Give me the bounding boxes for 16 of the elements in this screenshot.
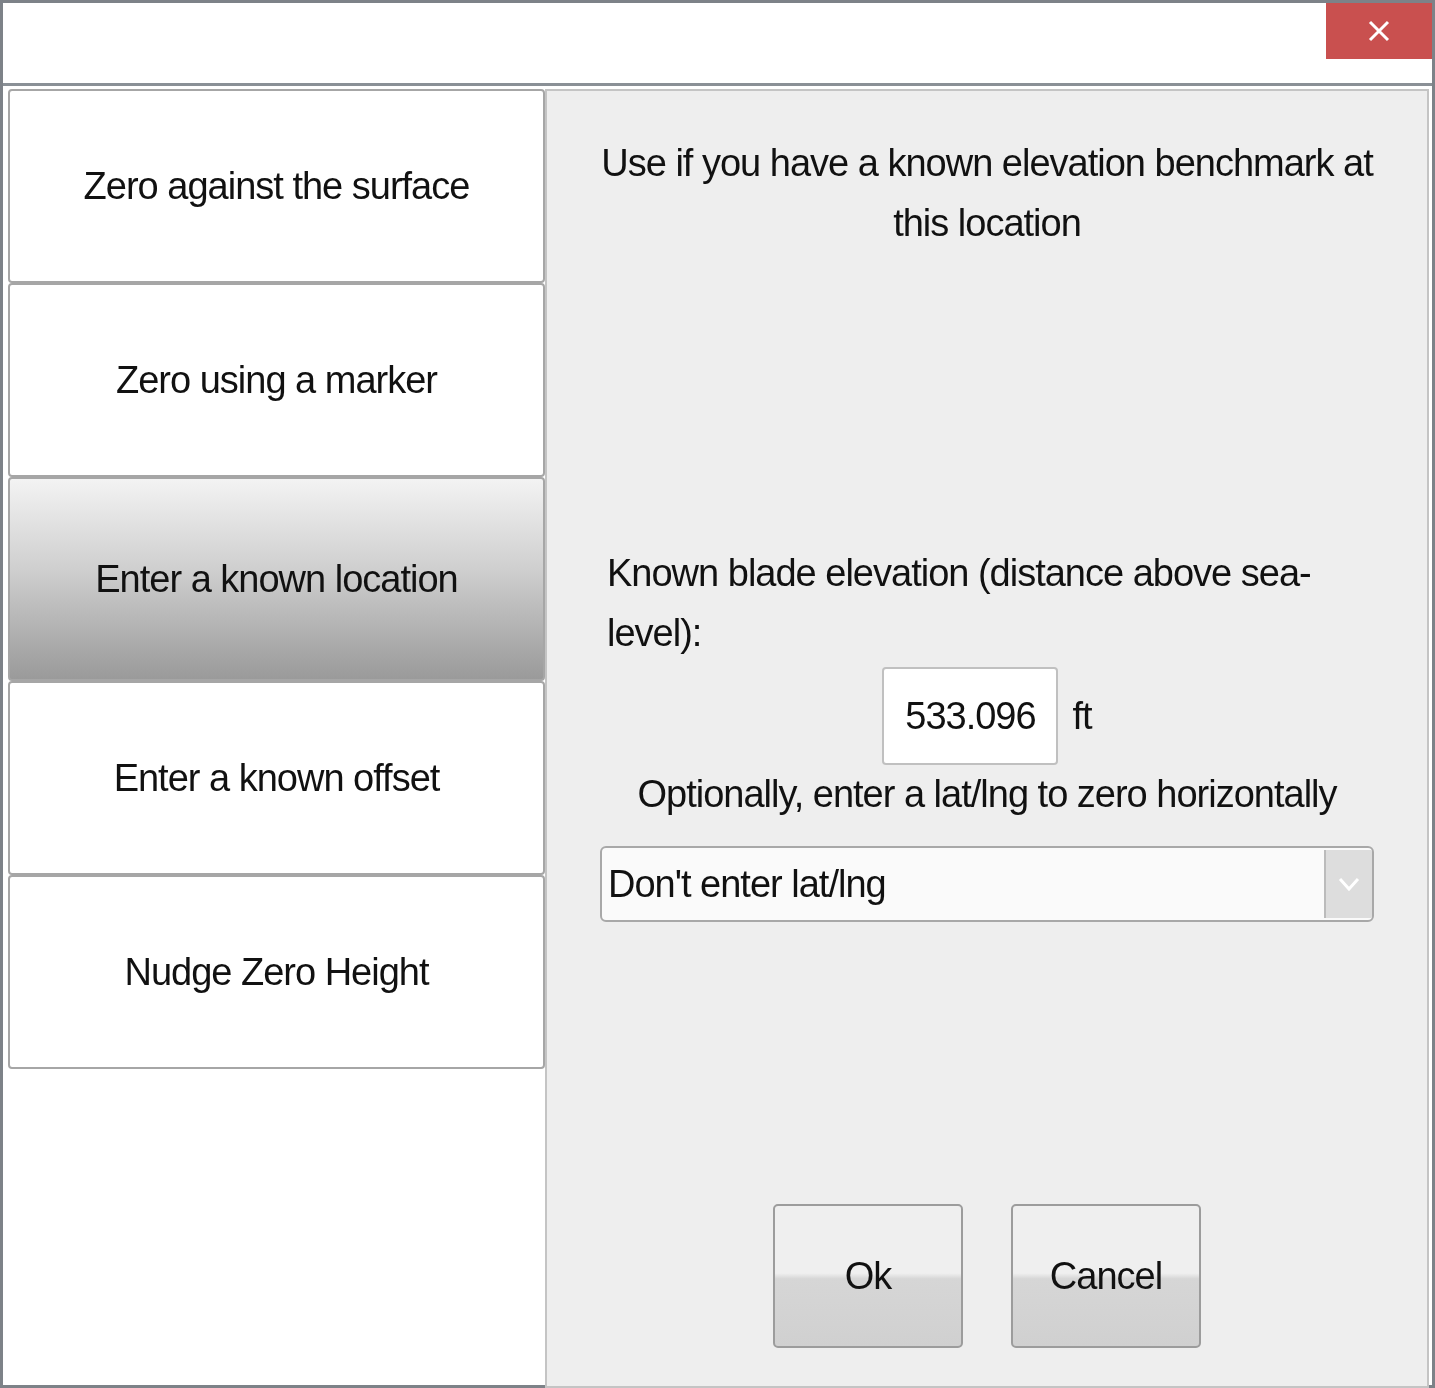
option-button[interactable]: Enter a known location [8, 477, 545, 681]
option-button[interactable]: Nudge Zero Height [8, 875, 545, 1069]
latlng-label: Optionally, enter a lat/lng to zero horizontally [637, 773, 1337, 816]
ok-button[interactable]: Ok [773, 1204, 963, 1348]
elevation-input[interactable]: 533.096 [882, 667, 1059, 765]
unit-label: ft [1072, 694, 1092, 738]
close-button[interactable] [1326, 3, 1432, 59]
close-icon [1368, 20, 1390, 42]
latlng-dropdown[interactable]: Don't enter lat/lng [600, 846, 1374, 922]
cancel-button[interactable]: Cancel [1011, 1204, 1201, 1348]
option-button[interactable]: Zero using a marker [8, 283, 545, 477]
option-button[interactable]: Enter a known offset [8, 681, 545, 875]
chevron-down-icon [1338, 877, 1360, 891]
description-text: Use if you have a known elevation benchmark at this location [600, 141, 1375, 246]
elevation-label: Known blade elevation (distance above sea-level): [607, 551, 1312, 656]
option-button[interactable]: Zero against the surface [8, 89, 545, 283]
